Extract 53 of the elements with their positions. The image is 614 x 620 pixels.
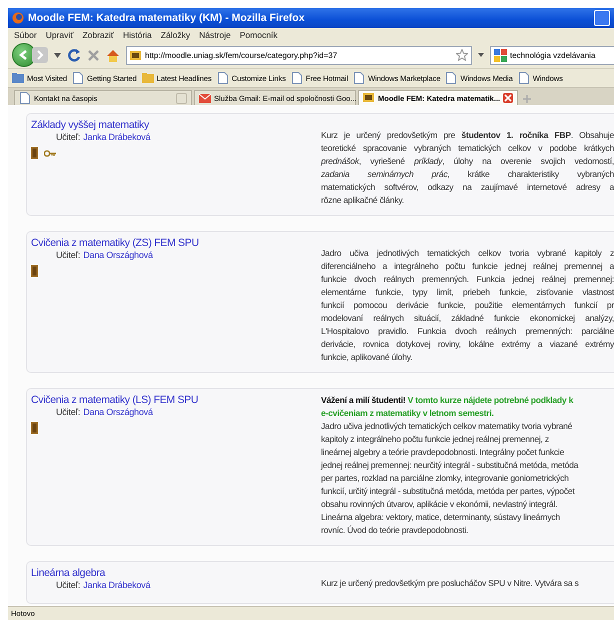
firefox-icon [12, 12, 24, 24]
notice-text: Vážení a milí študenti! V tomto kurze nájdete potrebné podklady k e-cvičeniam z matematiky v letnom semestri. [321, 394, 574, 420]
menu-item[interactable]: Upraviť [46, 30, 74, 40]
teacher-label: Učiteľ: [56, 580, 80, 590]
door-icon [31, 147, 38, 159]
address-field[interactable]: http://moodle.uniag.sk/fem/course/category.php?id=37 [126, 46, 472, 64]
teacher-link[interactable]: Janka Drábeková [83, 132, 150, 142]
course-description: Kurz je určený predovšetkým pre študentov 1. ročníka FBP. Obsahuje teoretické spracovanie vybraných tematických celkov v podobe krátkych prednášok, vyriešené príklady, úlohy na overenie svojich vedomostí, zadania seminárnych prác, krátke charakteristiky vybraných matematických softvérov, odkazy na zaujímavé internetové adresy a rôzne aplikačné články. [321, 129, 614, 207]
site-icon [130, 50, 141, 60]
course-link[interactable]: Základy vyššej matematiky [31, 119, 321, 131]
course-link[interactable]: Cvičenia z matematiky (ZS) FEM SPU [31, 237, 321, 249]
back-button[interactable] [12, 43, 36, 67]
teacher-label: Učiteľ: [56, 250, 80, 260]
menu-item[interactable]: Záložky [160, 30, 190, 40]
mail-icon [199, 92, 211, 104]
menu-item[interactable]: Pomocník [240, 30, 278, 40]
plus-icon [523, 94, 532, 102]
course-description: Jadro učiva jednotlivých tematických celkov matematiky tvoria vybrané kapitoly z integrálneho počtu funkcie jednej reálnej premennej, z lineárnej algebry a teórie pravdepodobnosti. Integrálny počet funkcie jednej reálnej premennej: neurčitý integrál - substitučná metóda, metóda per partes, rozklad na parciálne zlomky, integrovanie goniometrických funkcií, určitý integrál - substitučná metóda, metóda per partes, výpočet obsahu rovinných útvarov, aplikácie v ekonómii, nevlastný integrál. Lineárna algebra: vektory, matice, determinanty, sústavy lineárnych rovníc. Úvod do teórie pravdepodobnosti. [321, 420, 580, 537]
folder-icon [12, 72, 24, 84]
search-field[interactable]: technológia vzdelávania [490, 46, 614, 64]
close-icon [504, 94, 512, 102]
google-icon [494, 48, 507, 62]
menu-item[interactable]: História [122, 30, 152, 40]
teacher-link[interactable]: Dana Országhová [83, 250, 153, 260]
minimize-button[interactable] [594, 10, 610, 26]
window-title: Moodle FEM: Katedra matematiky (KM) - Mozilla Firefox [28, 12, 306, 24]
menu-item[interactable]: Nástroje [199, 30, 231, 40]
page-icon [445, 72, 458, 84]
home-icon [106, 48, 120, 62]
dropdown-icon [54, 52, 61, 58]
course-description: Jadro učiva jednotlivých tematických celkov tvoria vybrané kapitoly z diferenciálneho a integrálneho počtu funkcie jednej reálnej premennej a funkcie dvoch reálnych premenných. Funkcia jednej reálnej premennej: elementárne funkcie, typy limít, priebeh funkcie, zisťovanie vlastnost funkcií pomocou derivácie funkcie, použitie elementárnych funkcií pr modelovaní reálnych situácií, základné funkcie ekonomickej analýzy, L'Hospitalovo pravidlo. Funkcia dvoch reálnych premenných: parciálne derivácie, rovnica dotykovej roviny, lokálne extrémy a viazané extrémy funkcie, aplikované úlohy. [321, 247, 614, 364]
folder-icon [142, 72, 154, 84]
page-icon [72, 72, 84, 84]
menu-item[interactable]: Zobraziť [82, 30, 114, 40]
teacher-link[interactable]: Janka Drábeková [83, 580, 150, 590]
page-icon [216, 72, 229, 84]
door-icon [31, 265, 38, 277]
dropdown-icon [478, 53, 484, 57]
course-link[interactable]: Cvičenia z matematiky (LS) FEM SPU [31, 394, 321, 406]
page-icon [518, 72, 530, 84]
teacher-label: Učiteľ: [56, 132, 80, 142]
page-icon [353, 72, 366, 84]
site-icon [363, 92, 375, 104]
course-link[interactable]: Lineárna algebra [31, 567, 321, 579]
door-icon [31, 422, 38, 434]
teacher-label: Učiteľ: [56, 407, 80, 417]
menu-item[interactable]: Súbor [14, 30, 37, 40]
star-icon [456, 49, 468, 61]
course-description: Kurz je určený predovšetkým pre poslucháčov SPU v Nitre. Vytvára sa s [321, 577, 580, 590]
stop-icon [87, 48, 100, 62]
page-icon [290, 72, 303, 84]
reload-icon [67, 48, 81, 62]
teacher-link[interactable]: Dana Országhová [83, 407, 153, 417]
